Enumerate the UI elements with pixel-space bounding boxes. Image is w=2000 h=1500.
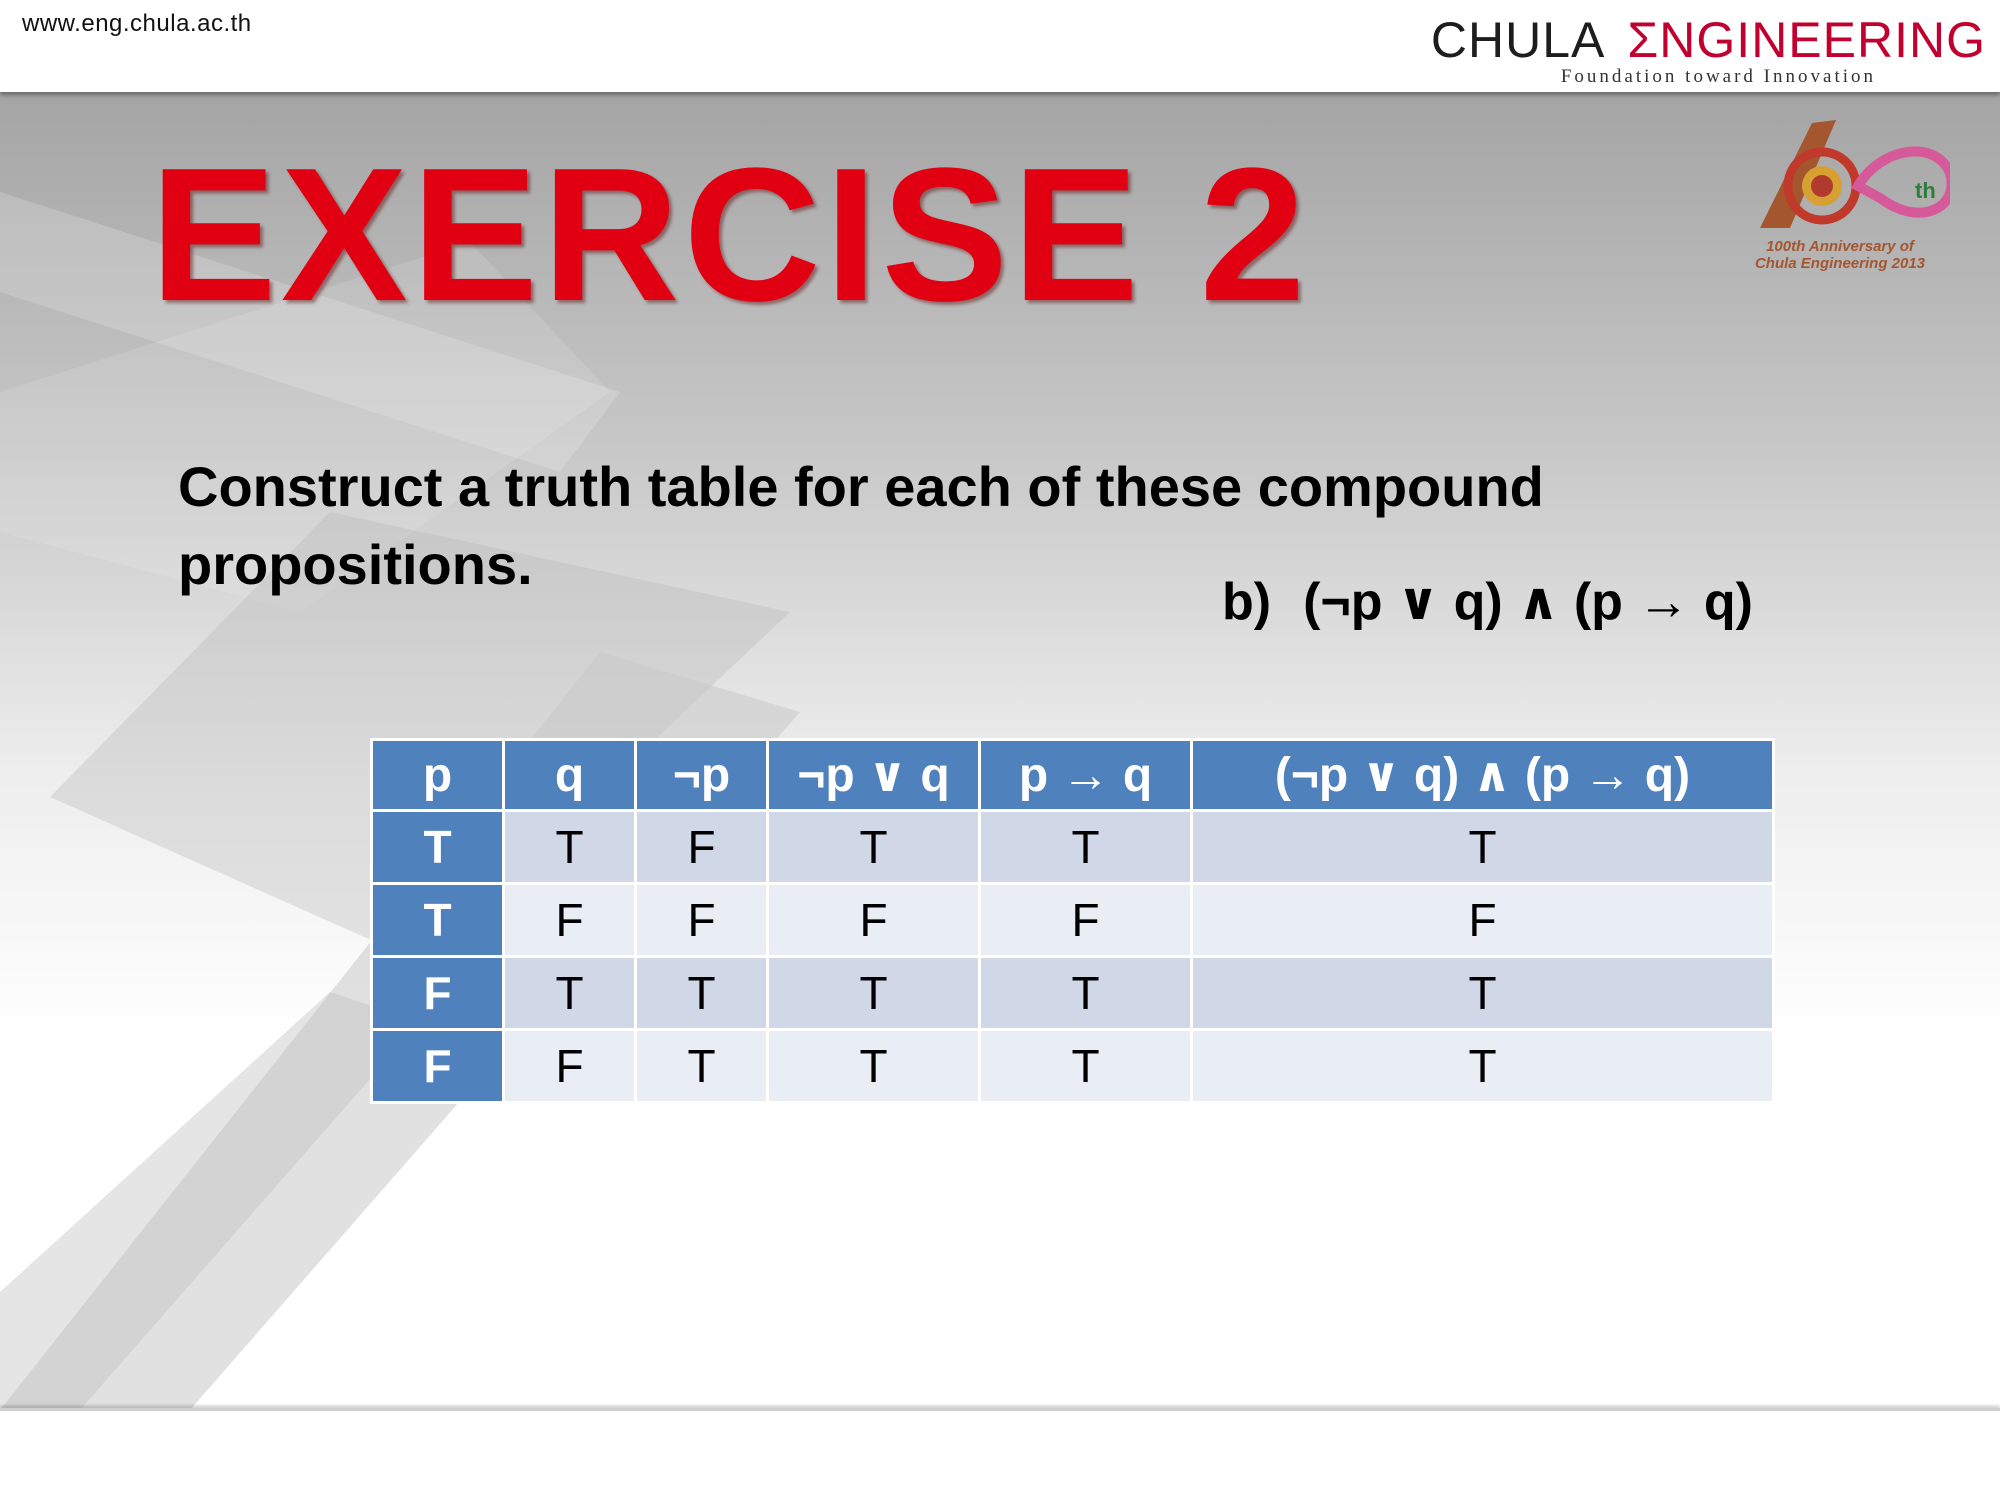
cell: T — [978, 809, 1193, 885]
cell: T — [1190, 809, 1775, 885]
cell: T — [634, 1028, 769, 1104]
brand-engineering: ΣNGINEERING — [1627, 12, 1986, 68]
cell: T — [978, 1028, 1193, 1104]
header-not-p-or-q: ¬p ∨ q — [766, 738, 981, 812]
cell: T — [978, 955, 1193, 1031]
cell: T — [1190, 955, 1775, 1031]
anniversary-caption-line1: 100th Anniversary of — [1766, 238, 1914, 255]
cell: F — [370, 955, 505, 1031]
cell: F — [634, 809, 769, 885]
chula-engineering-logo: CHULA ΣNGINEERING Foundation toward Innov… — [1431, 10, 1986, 88]
cell: F — [634, 882, 769, 958]
header-compound: (¬p ∨ q) ∧ (p → q) — [1190, 738, 1775, 812]
slide-title: EXERCISE 2 — [150, 129, 1310, 341]
footer-divider — [0, 1408, 2000, 1411]
cell: F — [766, 882, 981, 958]
header-p: p — [370, 738, 505, 812]
cell: F — [978, 882, 1193, 958]
table-row: F T T T T T — [370, 955, 1775, 1031]
cell: T — [370, 809, 505, 885]
header-bar: www.eng.chula.ac.th CHULA ΣNGINEERING Fou… — [0, 0, 2000, 92]
cell: F — [502, 1028, 637, 1104]
brand-chula: CHULA — [1430, 12, 1606, 68]
table-row: F F T T T T — [370, 1028, 1775, 1104]
cell: T — [766, 809, 981, 885]
anniversary-caption: 100th Anniversary of Chula Engineering 2… — [1740, 238, 1940, 272]
anniversary-100-logo-icon: th — [1760, 120, 1950, 228]
header-p-implies-q: p → q — [978, 738, 1193, 812]
cell: T — [370, 882, 505, 958]
header-not-p: ¬p — [634, 738, 769, 812]
cell: T — [1190, 1028, 1775, 1104]
svg-text:th: th — [1915, 178, 1936, 203]
cell: T — [502, 955, 637, 1031]
part-b: b) (¬p ∨ q) ∧ (p → q) — [1222, 572, 1753, 632]
anniversary-caption-line2: Chula Engineering 2013 — [1754, 255, 1926, 272]
cell: T — [634, 955, 769, 1031]
cell: T — [502, 809, 637, 885]
header-q: q — [502, 738, 637, 812]
cell: F — [370, 1028, 505, 1104]
table-row: T T F T T T — [370, 809, 1775, 885]
table-header-row: p q ¬p ¬p ∨ q p → q (¬p ∨ q) ∧ (p → q) — [370, 738, 1775, 812]
part-label: b) — [1222, 573, 1272, 631]
site-url[interactable]: www.eng.chula.ac.th — [22, 10, 252, 38]
truth-table: p q ¬p ¬p ∨ q p → q (¬p ∨ q) ∧ (p → q) T… — [370, 738, 1775, 1104]
cell: T — [766, 955, 981, 1031]
cell: F — [502, 882, 637, 958]
cell: T — [766, 1028, 981, 1104]
table-row: T F F F F F — [370, 882, 1775, 958]
cell: F — [1190, 882, 1775, 958]
compound-expression: (¬p ∨ q) ∧ (p → q) — [1303, 573, 1753, 631]
